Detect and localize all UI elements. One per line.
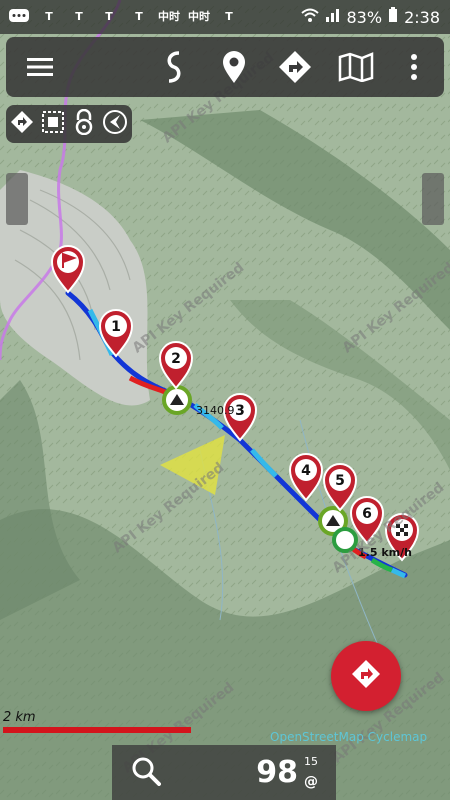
clock: 2:38 [404,7,440,27]
scale-label: 2 km [3,710,36,725]
T-app-icon: T [135,9,143,23]
widget-unit: @ [304,774,318,790]
navigate-icon[interactable] [10,110,34,138]
compass-icon[interactable] [102,109,128,139]
news-app-icon: 中时 [158,10,180,23]
T-app-icon: T [75,9,83,23]
search-button[interactable] [112,745,180,800]
navigate-icon[interactable] [273,45,317,89]
quick-actions-bar [6,105,132,143]
signal-icon [325,7,341,27]
main-toolbar [6,37,444,97]
menu-icon[interactable] [18,45,62,89]
left-panel-handle[interactable] [6,173,28,225]
message-icon [6,7,32,25]
map-attribution[interactable]: OpenStreetMap Cyclemap [270,730,427,744]
status-bar: T T T T 中时 中时 T 83% 2:38 [0,0,450,34]
T-app-icon: T [45,9,53,23]
waypoint-number: 4 [301,463,311,479]
waypoint-number: 3 [235,403,245,419]
search-icon [131,756,161,790]
battery-percent: 83% [346,7,383,27]
navigate-icon [351,659,381,693]
info-widget[interactable]: 98 15 @ [180,745,336,800]
right-panel-handle[interactable] [422,173,444,225]
scale-bar [3,727,191,733]
waypoint-number: 2 [171,351,181,367]
map-icon[interactable] [334,45,378,89]
elevation-label: 3140.9 [196,404,235,417]
route-icon[interactable] [152,45,196,89]
camp-marker[interactable] [162,385,192,415]
waypoint-number: 1 [111,319,121,335]
widget-value: 98 [256,755,298,790]
waypoint-number: 5 [335,473,345,489]
wifi-icon [300,7,319,27]
lock-icon[interactable] [73,108,95,139]
navigate-fab-button[interactable] [331,641,401,711]
more-icon[interactable] [392,45,436,89]
news-app-icon: 中时 [188,10,210,23]
map-scale: 2 km [3,710,191,733]
battery-icon [388,7,398,27]
waypoint-number: 6 [362,506,372,522]
T-app-icon: T [105,9,113,23]
T-app-icon: T [225,9,233,23]
widget-superscript: 15 [304,755,318,768]
location-pin-icon[interactable] [212,45,256,89]
selection-icon[interactable] [41,110,65,138]
